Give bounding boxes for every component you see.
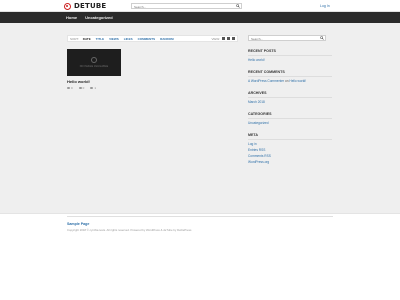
thumb-text: NO IMAGE AVAILABLE: [79, 65, 109, 68]
main-content: SORT: DATE TITLE VIEWS LIKES COMMENTS RA…: [0, 23, 400, 213]
comment-icon: [90, 87, 94, 89]
recent-comments-widget: RECENT COMMENTS A WordPress Commenter on…: [248, 70, 332, 83]
sidebar: RECENT POSTS Hello world! RECENT COMMENT…: [248, 35, 332, 164]
widget-title: RECENT COMMENTS: [248, 70, 332, 77]
recent-post-link[interactable]: Hello world!: [248, 58, 332, 62]
comment-on: on: [284, 79, 289, 83]
sort-label: SORT:: [70, 36, 79, 41]
meta-login-link[interactable]: Log in: [248, 142, 332, 146]
large-view-icon[interactable]: [232, 37, 235, 40]
widget-title: ARCHIVES: [248, 91, 332, 98]
archives-widget: ARCHIVES March 2018: [248, 91, 332, 104]
meta-comments-rss-link[interactable]: Comments RSS: [248, 154, 332, 158]
comments-count: 1: [94, 86, 97, 90]
list-view-icon[interactable]: [227, 37, 230, 40]
logo-text: DETUBE: [74, 2, 107, 10]
categories-widget: CATEGORIES Uncategorized: [248, 112, 332, 125]
recent-comment: A WordPress Commenter on Hello world!: [248, 79, 332, 83]
widget-title: CATEGORIES: [248, 112, 332, 119]
sidebar-search: [248, 35, 326, 41]
heart-icon: [78, 87, 82, 89]
post-meta: 0 0 1: [67, 86, 96, 90]
meta-wordpress-link[interactable]: WordPress.org: [248, 160, 332, 164]
likes-stat: 0: [78, 86, 85, 90]
eye-icon: [67, 87, 70, 89]
no-image-icon: [91, 57, 97, 63]
sidebar-search-input[interactable]: [249, 37, 317, 41]
view-label: VIEW:: [211, 36, 220, 41]
meta-entries-rss-link[interactable]: Entries RSS: [248, 148, 332, 152]
comment-author-link[interactable]: A WordPress Commenter: [248, 79, 284, 83]
nav-item-uncategorized[interactable]: Uncategorized: [85, 15, 113, 20]
grid-view-icon[interactable]: [222, 37, 225, 40]
recent-posts-widget: RECENT POSTS Hello world!: [248, 49, 332, 62]
sort-title[interactable]: TITLE: [96, 37, 104, 41]
top-bar: DETUBE Log In: [0, 0, 400, 12]
header-search: [131, 3, 242, 9]
widget-title: RECENT POSTS: [248, 49, 332, 56]
widget-title: META: [248, 133, 332, 140]
sort-bar: SORT: DATE TITLE VIEWS LIKES COMMENTS RA…: [67, 35, 238, 42]
views-count: 0: [71, 86, 73, 90]
post-title[interactable]: Hello world!: [67, 79, 90, 84]
search-icon[interactable]: [236, 4, 240, 8]
login-link[interactable]: Log In: [320, 4, 330, 8]
search-icon[interactable]: [320, 36, 324, 40]
category-link[interactable]: Uncategorized: [248, 121, 332, 125]
sort-comments[interactable]: COMMENTS: [138, 37, 156, 41]
likes-count: 0: [82, 86, 85, 90]
header-search-input[interactable]: [132, 5, 232, 9]
footer-divider: [67, 216, 333, 217]
meta-widget: META Log in Entries RSS Comments RSS Wor…: [248, 133, 332, 164]
sort-date[interactable]: DATE: [83, 37, 91, 41]
comments-stat[interactable]: 1: [90, 86, 96, 90]
footer: Sample Page Copyright 2018 © cynthia tes…: [0, 213, 400, 300]
logo-mark-icon: [64, 2, 71, 10]
site-logo[interactable]: DETUBE: [64, 2, 106, 10]
nav-item-home[interactable]: Home: [66, 15, 77, 20]
post-thumbnail[interactable]: NO IMAGE AVAILABLE: [67, 49, 121, 76]
footer-copyright: Copyright 2018 © cynthia tests. All righ…: [67, 228, 192, 232]
sort-random[interactable]: RANDOM: [160, 37, 174, 41]
archive-link[interactable]: March 2018: [248, 100, 332, 104]
footer-page-link[interactable]: Sample Page: [67, 222, 89, 226]
sort-views[interactable]: VIEWS: [109, 37, 119, 41]
views-stat: 0: [67, 86, 73, 90]
main-nav: Home Uncategorized: [0, 12, 400, 23]
sort-likes[interactable]: LIKES: [124, 37, 133, 41]
comment-post-link[interactable]: Hello world!: [289, 79, 306, 83]
